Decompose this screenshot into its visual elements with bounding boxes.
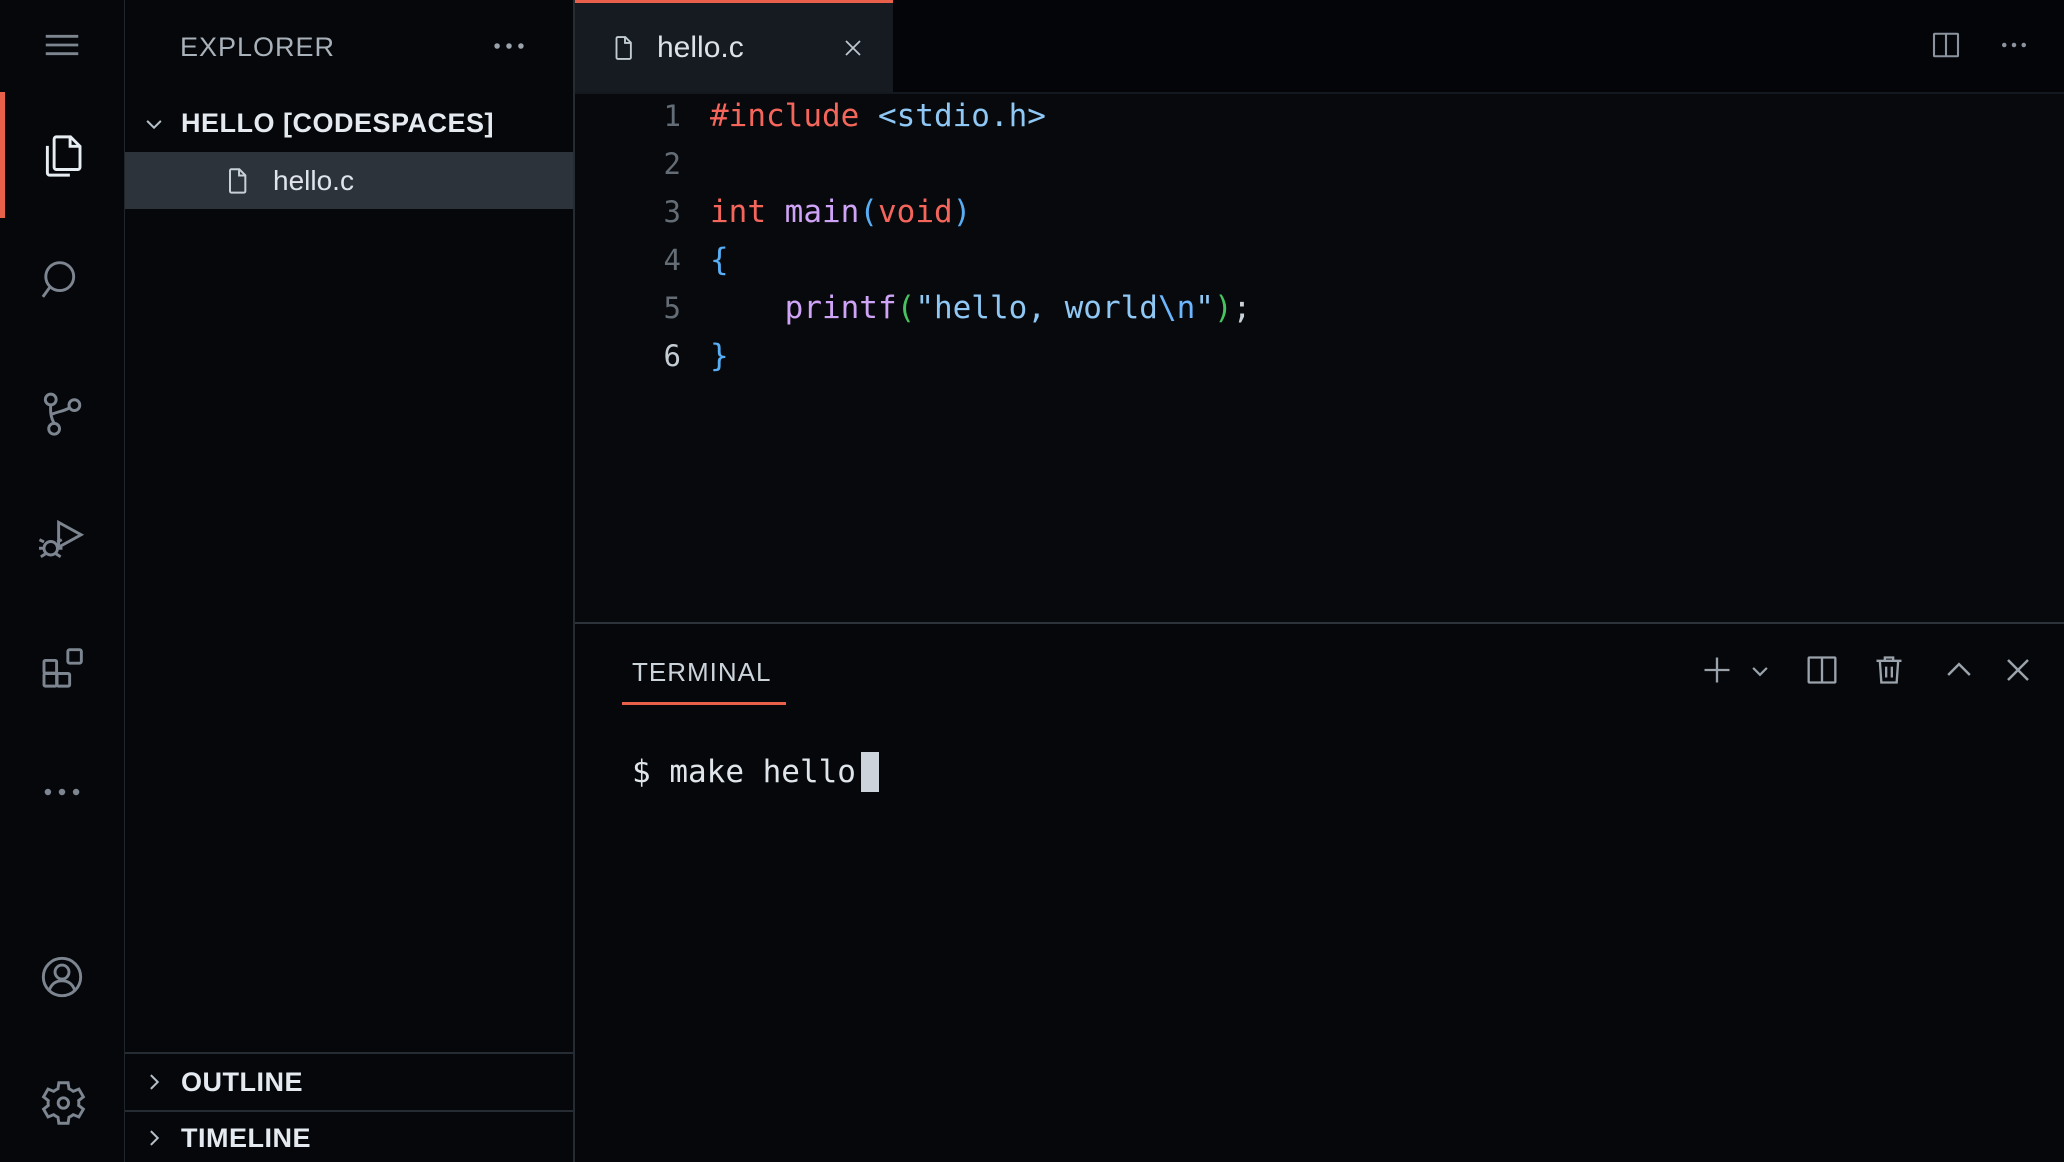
chevron-right-icon [139,1067,169,1097]
editor-group: hello.c 1 #include <stdio.h> 23 int main(vo… [575,0,2064,622]
file-label: hello.c [273,165,354,197]
tab-label: hello.c [657,31,744,65]
sidebar-item-extensions[interactable] [0,642,124,696]
file-icon [609,33,639,63]
sidebar-item-search[interactable] [0,253,124,307]
ellipsis-icon [487,24,531,68]
terminal-prompt-line: $ make hello [632,754,856,790]
outline-label: OUTLINE [181,1067,303,1098]
code-line[interactable]: 6} [575,332,2064,380]
search-icon [35,253,89,307]
code-text: int main(void) [710,188,971,236]
hamburger-icon [36,19,88,71]
code-line[interactable]: 1 #include <stdio.h> [575,92,2064,140]
terminal-cursor [861,752,879,792]
line-number: 1 [575,92,681,140]
terminal-panel: TERMINAL $ make hello [575,622,2064,1162]
chevron-down-icon [139,109,169,139]
code-text: printf("hello, world\n"); [710,284,1251,332]
line-number: 6 [575,332,681,380]
timeline-section-header[interactable]: TIMELINE [125,1110,573,1162]
code-text: } [710,332,729,380]
tab-hello-c[interactable]: hello.c [575,0,893,92]
explorer-header: EXPLORER [125,0,573,95]
file-item-hello-c[interactable]: hello.c [125,152,573,209]
line-number: 2 [575,140,681,188]
extensions-icon [35,642,89,696]
line-number: 4 [575,236,681,284]
panel-tab-terminal[interactable]: TERMINAL [632,657,771,688]
explorer-sidebar: EXPLORER HELLO [CODESPACES] hello.c [125,0,573,1162]
close-tab-button[interactable] [839,34,867,62]
line-number: 5 [575,284,681,332]
new-terminal-icon[interactable] [1697,650,1737,690]
chevron-right-icon [139,1123,169,1153]
file-icon [222,165,254,197]
sidebar-item-run-debug[interactable] [0,510,124,564]
active-panel-indicator [622,702,786,705]
timeline-label: TIMELINE [181,1123,311,1154]
line-number: 3 [575,188,681,236]
outline-section-header[interactable]: OUTLINE [125,1052,573,1110]
code-editor[interactable]: 1#include <stdio.h>23int main(void)4{5 p… [575,92,2064,622]
code-line[interactable]: 3 int main(void) [575,188,2064,236]
editor-actions [1928,27,2064,63]
account-button[interactable] [0,950,124,1004]
close-icon [839,34,867,62]
code-line[interactable]: 2 [575,140,2064,188]
launch-profile-chevron-icon[interactable] [1745,656,1775,686]
ellipsis-icon [36,766,88,818]
split-editor-icon[interactable] [1928,27,1964,63]
more-actions-icon[interactable] [1996,27,2032,63]
sidebar-item-explorer[interactable] [0,129,124,183]
explorer-title: EXPLORER [180,32,335,63]
activity-bar [0,0,125,1162]
code-line[interactable]: 5 printf("hello, world\n"); [575,284,2064,332]
more-views-button[interactable] [0,765,124,819]
tab-bar: hello.c [575,0,2064,94]
settings-button[interactable] [0,1076,124,1130]
split-terminal-icon[interactable] [1802,650,1842,690]
terminal-content[interactable]: $ make hello [632,748,879,796]
run-debug-icon [35,510,89,564]
source-control-icon [35,386,89,440]
account-icon [35,950,89,1004]
vscode-window: EXPLORER HELLO [CODESPACES] hello.c [0,0,2064,1162]
code-text: { [710,236,729,284]
tree-root-hello-codespaces[interactable]: HELLO [CODESPACES] [125,95,573,152]
close-panel-icon[interactable] [1998,650,2038,690]
explorer-more-actions-button[interactable] [487,24,531,68]
gear-icon [35,1076,89,1130]
code-line[interactable]: 4{ [575,236,2064,284]
folder-label: HELLO [CODESPACES] [181,108,494,139]
files-icon [35,129,89,183]
sidebar-item-source-control[interactable] [0,386,124,440]
kill-terminal-icon[interactable] [1869,650,1909,690]
menu-button[interactable] [0,18,124,72]
code-text: #include <stdio.h> [710,92,1046,140]
maximize-panel-icon[interactable] [1939,650,1979,690]
